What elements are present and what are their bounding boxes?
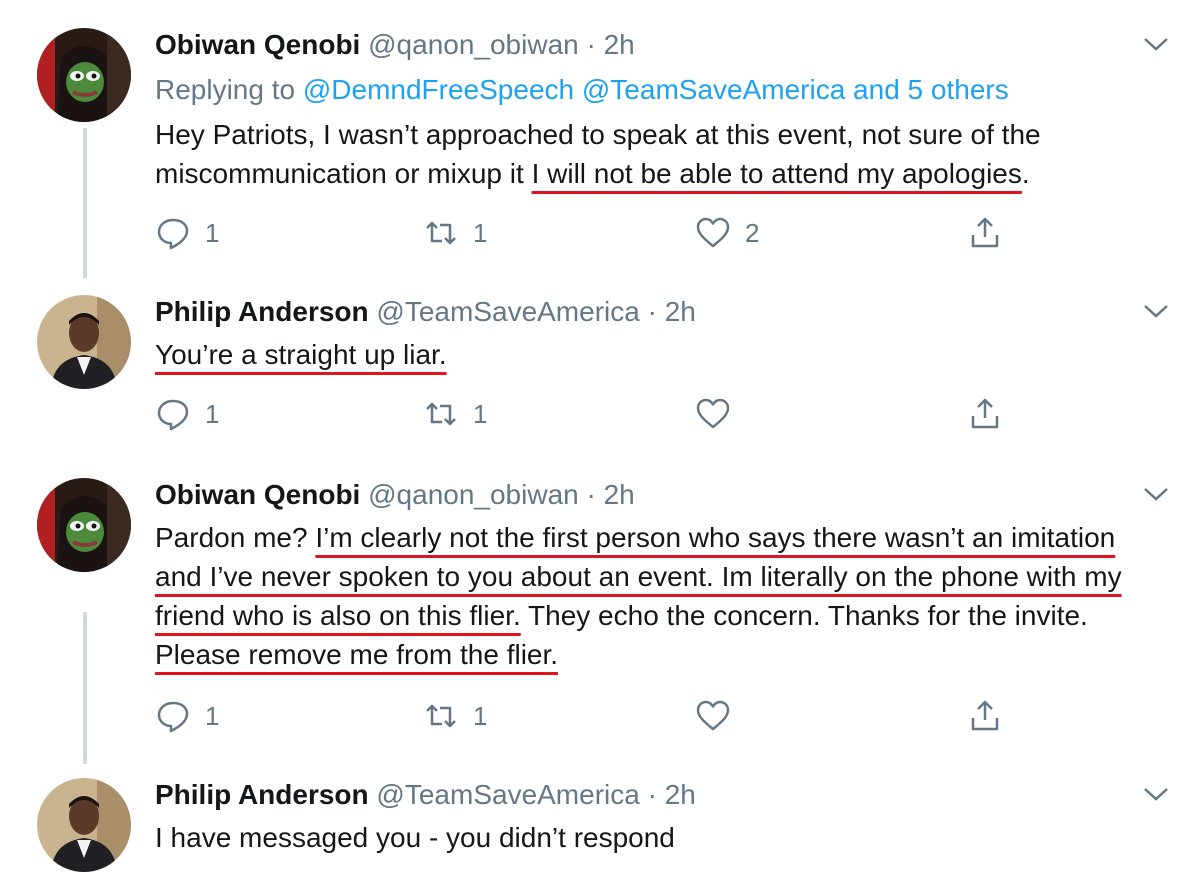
- pepe-avatar-icon: [37, 478, 131, 572]
- avatar[interactable]: [37, 478, 131, 572]
- share-button[interactable]: [967, 696, 1003, 736]
- user-handle[interactable]: @qanon_obiwan: [368, 479, 579, 510]
- tweet-text-part: I have messaged you - you didn’t respond: [155, 822, 675, 853]
- person-avatar-icon: [37, 295, 131, 389]
- reply-count: 1: [205, 398, 220, 429]
- reply-button[interactable]: 1: [155, 696, 219, 736]
- tweet-actions: 1 1: [155, 696, 1015, 736]
- chevron-down-icon[interactable]: [1141, 34, 1171, 54]
- tweet-text-part: .: [1021, 158, 1030, 189]
- user-handle[interactable]: @qanon_obiwan: [368, 29, 579, 60]
- user-handle[interactable]: @TeamSaveAmerica: [376, 296, 639, 327]
- person-avatar-icon: [37, 778, 131, 872]
- retweet-count: 1: [473, 217, 488, 248]
- timestamp[interactable]: 2h: [665, 779, 696, 810]
- timestamp[interactable]: 2h: [604, 479, 635, 510]
- tweet[interactable]: Philip Anderson @TeamSaveAmerica · 2h I …: [0, 778, 1200, 879]
- tweet-text: Hey Patriots, I wasn’t approached to spe…: [155, 115, 1165, 193]
- chevron-down-icon[interactable]: [1141, 784, 1171, 804]
- display-name[interactable]: Obiwan Qenobi: [155, 29, 360, 60]
- separator-dot: ·: [647, 296, 657, 327]
- like-button[interactable]: [695, 696, 745, 736]
- tweet[interactable]: Obiwan Qenobi @qanon_obiwan · 2h Pardon …: [0, 478, 1200, 748]
- reply-icon: [157, 218, 189, 250]
- reply-icon: [157, 399, 189, 431]
- replying-to: Replying to @DemndFreeSpeech @TeamSaveAm…: [155, 73, 1009, 107]
- tweet-text: I have messaged you - you didn’t respond: [155, 818, 1165, 857]
- reply-count: 1: [205, 217, 220, 248]
- share-button[interactable]: [967, 213, 1003, 253]
- share-icon: [971, 398, 999, 429]
- reply-icon: [157, 701, 189, 733]
- tweet-text-part: Pardon me?: [155, 522, 316, 553]
- retweet-icon: [426, 402, 456, 426]
- retweet-count: 1: [473, 700, 488, 731]
- tweet-text-underlined: Please remove me from the flier.: [155, 639, 559, 670]
- like-count: 2: [745, 217, 760, 248]
- tweet-text-part: They echo the concern. Thanks for the in…: [520, 600, 1088, 631]
- avatar[interactable]: [37, 778, 131, 872]
- tweet[interactable]: Philip Anderson @TeamSaveAmerica · 2h Yo…: [0, 295, 1200, 445]
- retweet-button[interactable]: 1: [423, 394, 487, 434]
- display-name[interactable]: Philip Anderson: [155, 779, 369, 810]
- separator-dot: ·: [586, 29, 596, 60]
- chevron-down-icon[interactable]: [1141, 301, 1171, 321]
- tweet-actions: 1 1: [155, 394, 1015, 434]
- share-button[interactable]: [967, 394, 1003, 434]
- heart-icon: [696, 217, 730, 248]
- tweet-text-underlined: You’re a straight up liar.: [155, 339, 447, 370]
- tweet-header: Philip Anderson @TeamSaveAmerica · 2h: [155, 778, 696, 812]
- tweet-text: Pardon me? I’m clearly not the first per…: [155, 518, 1165, 674]
- tweet[interactable]: Obiwan Qenobi @qanon_obiwan · 2h Replyin…: [0, 28, 1200, 258]
- reply-button[interactable]: 1: [155, 394, 219, 434]
- tweet-actions: 1 1 2: [155, 213, 1015, 253]
- avatar[interactable]: [37, 28, 131, 122]
- user-handle[interactable]: @TeamSaveAmerica: [376, 779, 639, 810]
- separator-dot: ·: [647, 779, 657, 810]
- reply-button[interactable]: 1: [155, 213, 219, 253]
- like-button[interactable]: [695, 394, 745, 434]
- chevron-down-icon[interactable]: [1141, 484, 1171, 504]
- retweet-count: 1: [473, 398, 488, 429]
- display-name[interactable]: Philip Anderson: [155, 296, 369, 327]
- retweet-button[interactable]: 1: [423, 213, 487, 253]
- display-name[interactable]: Obiwan Qenobi: [155, 479, 360, 510]
- pepe-avatar-icon: [37, 28, 131, 122]
- tweet-text-underlined: I will not be able to attend my apologie…: [531, 158, 1022, 189]
- tweet-header: Obiwan Qenobi @qanon_obiwan · 2h: [155, 478, 635, 512]
- share-icon: [971, 700, 999, 731]
- tweet-header: Obiwan Qenobi @qanon_obiwan · 2h: [155, 28, 635, 62]
- mention-links[interactable]: @DemndFreeSpeech @TeamSaveAmerica and 5 …: [303, 74, 1009, 105]
- reply-count: 1: [205, 700, 220, 731]
- share-icon: [971, 217, 999, 248]
- replying-prefix: Replying to: [155, 74, 296, 105]
- retweet-button[interactable]: 1: [423, 696, 487, 736]
- heart-icon: [696, 700, 730, 731]
- heart-icon: [696, 398, 730, 429]
- avatar[interactable]: [37, 295, 131, 389]
- timestamp[interactable]: 2h: [604, 29, 635, 60]
- like-button[interactable]: 2: [695, 213, 759, 253]
- retweet-icon: [426, 221, 456, 245]
- timestamp[interactable]: 2h: [665, 296, 696, 327]
- tweet-text: You’re a straight up liar.: [155, 335, 1165, 374]
- retweet-icon: [426, 704, 456, 728]
- separator-dot: ·: [586, 479, 596, 510]
- tweet-header: Philip Anderson @TeamSaveAmerica · 2h: [155, 295, 696, 329]
